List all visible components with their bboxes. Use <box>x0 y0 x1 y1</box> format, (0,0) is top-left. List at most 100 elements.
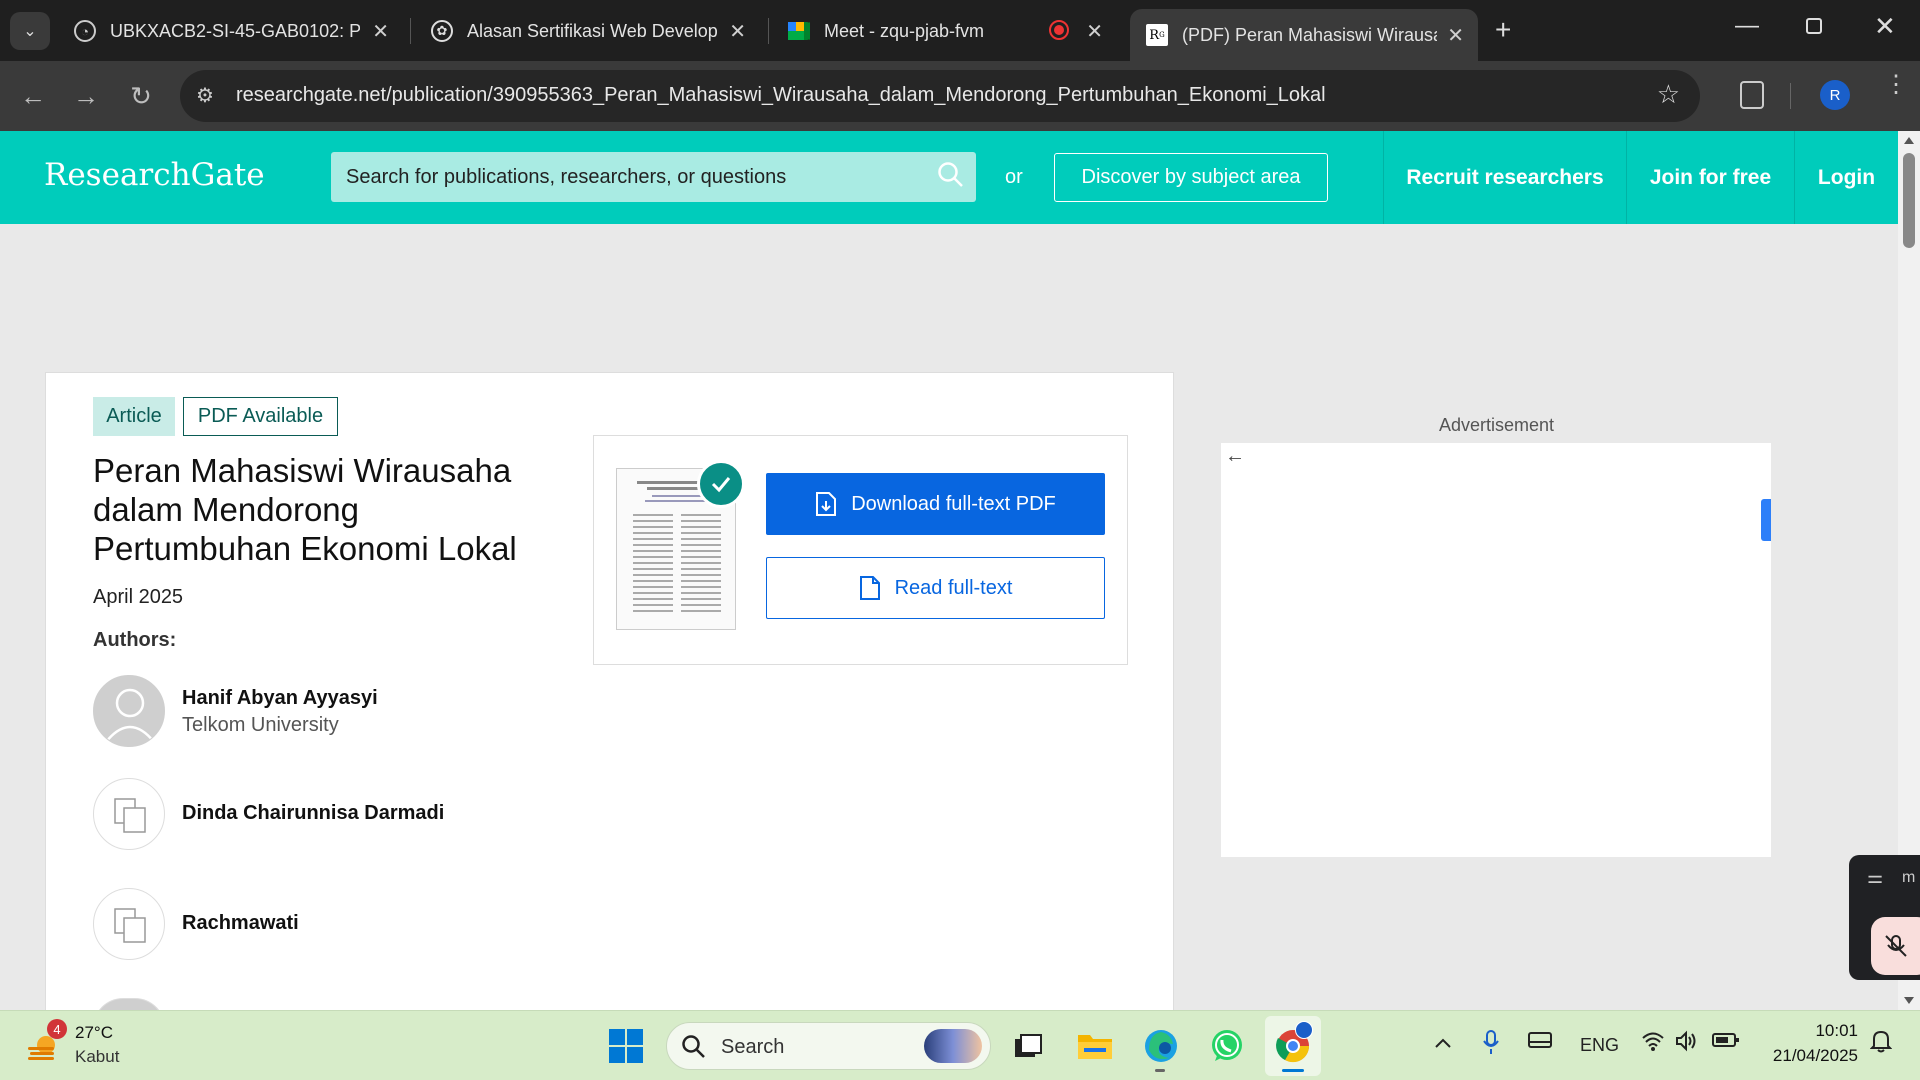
extensions-puzzle-icon[interactable] <box>1740 81 1764 109</box>
author-placeholder-icon[interactable] <box>93 888 165 960</box>
scroll-up-arrow-icon[interactable] <box>1904 137 1914 144</box>
reload-icon[interactable]: ↻ <box>122 77 160 115</box>
author-name[interactable]: Dinda Chairunnisa Darmadi <box>182 802 444 825</box>
weather-temperature[interactable]: 27°C <box>75 1023 113 1043</box>
clock-time[interactable]: 10:01 <box>1762 1021 1858 1041</box>
download-pdf-label: Download full-text PDF <box>851 492 1056 515</box>
back-arrow-icon[interactable]: ← <box>14 77 52 115</box>
browser-tab-strip: ⌄ ◔ UBKXACB2-SI-45-GAB0102: PEN ✕ ✿ Alas… <box>0 0 1920 61</box>
display-icon[interactable] <box>1528 1031 1552 1056</box>
advertisement-label: Advertisement <box>1439 415 1555 435</box>
pdf-available-badge: PDF Available <box>183 397 338 436</box>
chevron-up-icon[interactable] <box>1434 1033 1452 1054</box>
profile-avatar[interactable]: R <box>1820 80 1850 110</box>
bookmark-star-icon[interactable]: ☆ <box>1657 79 1680 110</box>
gauge-icon: ◔ <box>74 20 96 42</box>
close-tab-icon[interactable]: ✕ <box>1447 23 1464 48</box>
author-avatar[interactable] <box>93 675 165 747</box>
file-explorer-icon[interactable] <box>1075 1026 1115 1066</box>
join-for-free-link[interactable]: Join for free <box>1626 131 1794 224</box>
volume-icon[interactable] <box>1674 1029 1698 1058</box>
read-full-text-button[interactable]: Read full-text <box>766 557 1105 619</box>
tab-search-button[interactable]: ⌄ <box>10 12 50 50</box>
article-badge: Article <box>93 397 175 436</box>
researchgate-icon: RG <box>1146 24 1168 46</box>
publication-title: Peran Mahasiswi Wirausaha dalam Mendoron… <box>93 452 517 567</box>
read-full-text-label: Read full-text <box>894 576 1013 599</box>
ad-side-tab[interactable] <box>1761 499 1771 541</box>
url-host: researchgate.net <box>236 84 387 106</box>
mic-off-icon <box>1885 935 1907 957</box>
close-tab-icon[interactable]: ✕ <box>372 19 389 44</box>
microphone-icon[interactable] <box>1482 1029 1500 1060</box>
tab-divider <box>768 18 769 44</box>
author-name[interactable]: Hanif Abyan Ayyasyi <box>182 687 378 710</box>
whatsapp-icon[interactable] <box>1207 1026 1247 1066</box>
authors-label: Authors: <box>93 629 177 651</box>
back-arrow-icon[interactable]: ← <box>1225 445 1245 468</box>
notification-bell-icon[interactable] <box>1869 1029 1893 1058</box>
language-indicator[interactable]: ENG <box>1580 1035 1619 1056</box>
task-view-icon[interactable] <box>1008 1026 1048 1066</box>
download-pdf-button[interactable]: Download full-text PDF <box>766 473 1105 535</box>
active-indicator <box>1282 1069 1304 1072</box>
close-tab-icon[interactable]: ✕ <box>1086 19 1103 44</box>
close-window-icon[interactable]: ✕ <box>1874 11 1896 42</box>
researchgate-header: ResearchGate Search for publications, re… <box>0 131 1898 224</box>
author-name[interactable]: Rachmawati <box>182 912 299 935</box>
close-tab-icon[interactable]: ✕ <box>729 19 746 44</box>
search-input[interactable]: Search for publications, researchers, or… <box>331 152 976 202</box>
search-icon <box>682 1035 705 1058</box>
wifi-icon[interactable] <box>1641 1029 1665 1058</box>
download-file-icon <box>816 492 837 516</box>
toolbar-divider <box>1790 83 1791 109</box>
scroll-thumb[interactable] <box>1903 153 1915 248</box>
author-placeholder-icon[interactable] <box>93 778 165 850</box>
weather-description[interactable]: Kabut <box>75 1047 119 1067</box>
tab-title: (PDF) Peran Mahasiswi Wirausah <box>1182 24 1437 45</box>
tab-chatgpt[interactable]: ✿ Alasan Sertifikasi Web Develope ✕ <box>415 9 760 53</box>
edge-browser-icon[interactable] <box>1141 1026 1181 1066</box>
new-tab-plus-icon[interactable]: + <box>1495 14 1511 46</box>
address-bar[interactable]: ⚙ researchgate.net/publication/390955363… <box>180 70 1700 122</box>
browser-toolbar: ← → ↻ ⚙ researchgate.net/publication/390… <box>0 61 1920 131</box>
taskbar-search-box[interactable]: Search <box>666 1022 991 1070</box>
tab-meet[interactable]: Meet - zqu-pjab-fvm ✕ <box>772 9 1117 53</box>
author-item[interactable]: Dinda Chairunnisa Darmadi <box>93 778 444 850</box>
checkmark-icon <box>697 460 745 508</box>
search-icon[interactable] <box>936 160 966 195</box>
tab-title: UBKXACB2-SI-45-GAB0102: PEN <box>110 20 360 41</box>
site-settings-icon[interactable]: ⚙ <box>196 83 214 108</box>
tab-divider <box>410 18 411 44</box>
pdf-download-panel: Download full-text PDF Read full-text <box>593 435 1128 665</box>
chrome-profile-badge <box>1295 1021 1313 1039</box>
battery-icon[interactable] <box>1712 1031 1740 1054</box>
researchgate-logo[interactable]: ResearchGate <box>44 157 265 193</box>
tab-title: Meet - zqu-pjab-fvm <box>824 20 985 41</box>
restore-icon[interactable] <box>1806 18 1822 34</box>
advertisement-frame[interactable]: ← <box>1221 443 1771 857</box>
recording-icon <box>1049 20 1069 40</box>
scroll-down-arrow-icon[interactable] <box>1904 997 1914 1004</box>
forward-arrow-icon[interactable]: → <box>67 77 105 115</box>
clock-date[interactable]: 21/04/2025 <box>1752 1046 1858 1066</box>
author-item[interactable]: Rachmawati <box>93 888 299 960</box>
meet-floating-widget[interactable]: ⚌ m <box>1849 855 1920 980</box>
login-link[interactable]: Login <box>1794 131 1898 224</box>
weather-badge: 4 <box>47 1019 67 1039</box>
running-indicator <box>1155 1069 1165 1072</box>
author-affiliation: Telkom University <box>182 714 339 736</box>
tab-researchgate-active[interactable]: RG (PDF) Peran Mahasiswi Wirausah ✕ <box>1130 9 1478 61</box>
tab-ubk[interactable]: ◔ UBKXACB2-SI-45-GAB0102: PEN ✕ <box>58 9 403 53</box>
minimize-icon[interactable]: — <box>1735 12 1759 40</box>
publication-date: April 2025 <box>93 586 184 608</box>
windows-start-icon[interactable] <box>606 1026 646 1066</box>
taskbar-search-label: Search <box>721 1036 785 1058</box>
recruit-researchers-link[interactable]: Recruit researchers <box>1383 131 1626 224</box>
menu-dots-icon[interactable]: ⋮ <box>1884 73 1908 97</box>
mic-muted-button[interactable] <box>1871 917 1920 975</box>
author-item[interactable]: Hanif Abyan Ayyasyi Telkom University <box>93 675 378 747</box>
search-placeholder: Search for publications, researchers, or… <box>346 166 787 188</box>
discover-subject-button[interactable]: Discover by subject area <box>1054 153 1328 202</box>
settings-sliders-icon[interactable]: ⚌ <box>1867 867 1883 888</box>
